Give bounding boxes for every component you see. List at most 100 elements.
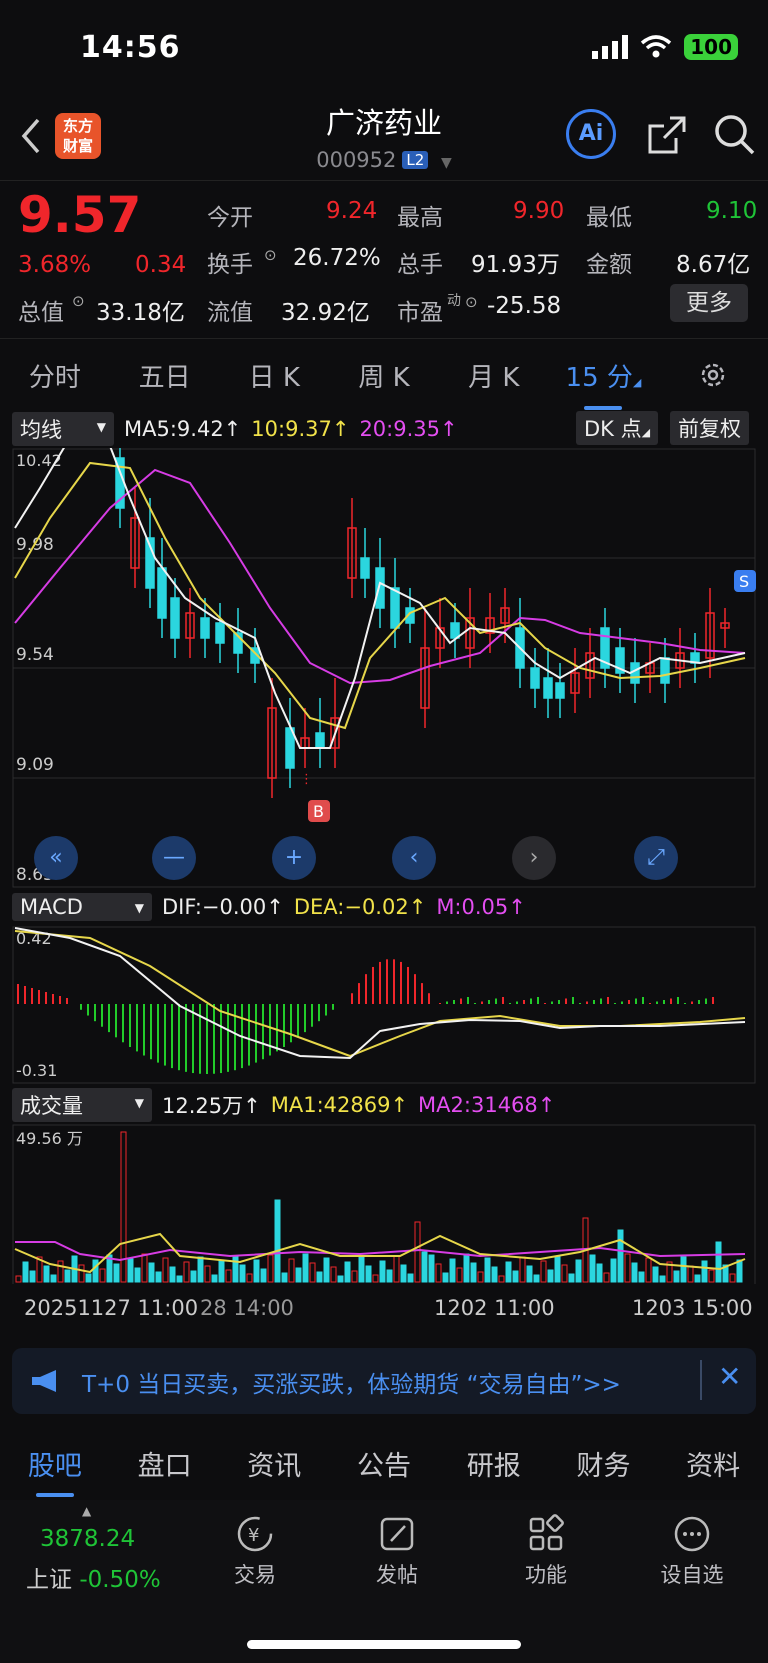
- ma20-value: 20:9.35↑: [359, 417, 458, 441]
- tab-research[interactable]: 研报: [439, 1444, 549, 1483]
- volume-select[interactable]: 成交量 ▼: [12, 1088, 152, 1122]
- search-icon[interactable]: [712, 112, 756, 156]
- dk-button-label: DK 点: [584, 417, 642, 441]
- m-value: M:0.05↑: [436, 895, 526, 919]
- sell-marker[interactable]: S: [739, 572, 749, 591]
- info-icon[interactable]: ⊙: [264, 246, 277, 264]
- zoom-in-button[interactable]: +: [272, 836, 316, 880]
- volume-chart[interactable]: 49.56 万: [0, 1124, 768, 1284]
- indicator-select[interactable]: 均线 ▼: [12, 412, 114, 446]
- share-icon[interactable]: [646, 114, 688, 156]
- corner-caret-icon: ◢: [632, 375, 642, 389]
- close-icon[interactable]: ✕: [718, 1360, 741, 1393]
- tab-weekly-k[interactable]: 周 K: [329, 357, 439, 394]
- tab-15min-label: 15 分: [565, 362, 633, 393]
- megaphone-icon: [32, 1370, 56, 1392]
- chevron-right-icon: ›: [529, 845, 539, 870]
- index-value: 3878.24: [40, 1526, 136, 1552]
- kline-y-label: 10.42: [16, 451, 62, 470]
- tab-news[interactable]: 资讯: [219, 1444, 329, 1483]
- tab-forum[interactable]: 股吧: [0, 1444, 110, 1497]
- chevron-left-icon: ‹: [409, 845, 419, 870]
- ai-icon: Ai: [578, 121, 604, 146]
- content-tabs: 股吧 盘口 资讯 公告 研报 财务 资料: [0, 1428, 768, 1498]
- rewind-button[interactable]: «: [34, 836, 78, 880]
- minus-icon: —: [163, 845, 185, 870]
- gear-icon: [701, 364, 725, 387]
- index-name: 上证: [26, 1567, 72, 1593]
- kline-chart[interactable]: 10.42 9.98 9.54 9.09 8.65 ⋮ B S: [0, 448, 768, 890]
- trade-button[interactable]: ¥ 交易: [220, 1514, 290, 1589]
- tab-daily-k[interactable]: 日 K: [219, 357, 329, 394]
- info-icon[interactable]: ⊙: [72, 292, 85, 310]
- tab-financials[interactable]: 财务: [549, 1444, 659, 1483]
- add-watchlist-button[interactable]: 设自选: [652, 1514, 732, 1589]
- ai-button[interactable]: Ai: [566, 109, 616, 159]
- ma5-value: MA5:9.42↑: [124, 417, 242, 441]
- fullscreen-button[interactable]: ⤢: [634, 836, 678, 880]
- change-amount: 0.34: [135, 252, 187, 278]
- expand-icon: ⤢: [647, 845, 665, 870]
- plus-icon: +: [284, 845, 304, 870]
- tab-settings[interactable]: [658, 360, 768, 391]
- level-badge: L2: [402, 151, 429, 169]
- macd-histogram: [17, 959, 714, 1074]
- x-label: 20251127 11:00: [24, 1296, 199, 1320]
- caret-down-icon: ▼: [134, 901, 144, 915]
- more-button[interactable]: 更多: [670, 284, 748, 322]
- kline-y-label: 9.09: [16, 755, 54, 775]
- pe-superscript: 动: [447, 293, 461, 309]
- bottom-dock: ▲ 3878.24 上证 -0.50% ¥ 交易 发帖 功能 设自选: [0, 1500, 768, 1663]
- zoom-out-button[interactable]: —: [152, 836, 196, 880]
- mcap-value: 33.18亿: [96, 300, 185, 326]
- float-value: 32.92亿: [281, 300, 370, 326]
- open-value: 9.24: [326, 198, 378, 224]
- signal-icon: [592, 35, 629, 59]
- indicator-select-label: 均线: [20, 418, 62, 442]
- index-change: -0.50%: [79, 1567, 161, 1593]
- info-icon[interactable]: ⊙: [465, 293, 478, 311]
- stock-code: 000952: [316, 148, 397, 172]
- function-label: 功能: [525, 1563, 567, 1587]
- macd-select-label: MACD: [20, 895, 83, 919]
- battery-icon: 100: [684, 34, 738, 60]
- macd-bar: MACD ▼ DIF:−0.00↑ DEA:−0.02↑ M:0.05↑: [12, 890, 756, 924]
- x-label: 1203 15:00: [632, 1296, 753, 1320]
- more-circle-icon: [674, 1516, 710, 1552]
- candles: [115, 448, 730, 798]
- wifi-icon: [641, 35, 672, 58]
- tab-five-day[interactable]: 五日: [110, 357, 220, 394]
- dea-value: DEA:−0.02↑: [293, 895, 427, 919]
- adjust-button[interactable]: 前复权: [670, 411, 749, 445]
- vol-ma1-value: MA1:42869↑: [270, 1093, 409, 1117]
- post-label: 发帖: [376, 1563, 418, 1587]
- tab-profile[interactable]: 资料: [658, 1444, 768, 1483]
- next-button[interactable]: ›: [512, 836, 556, 880]
- change-pct: 3.68%: [18, 252, 92, 278]
- tab-intraday[interactable]: 分时: [0, 357, 110, 394]
- macd-select[interactable]: MACD ▼: [12, 893, 152, 921]
- post-button[interactable]: 发帖: [362, 1514, 432, 1589]
- double-left-icon: «: [49, 845, 63, 870]
- pe-label: 市盈: [397, 300, 443, 326]
- promo-banner[interactable]: T+0 当日买卖，买涨买跌，体验期货 “交易自由”>> ✕: [12, 1348, 756, 1414]
- high-label: 最高: [397, 205, 443, 231]
- index-quote[interactable]: 上证 -0.50%: [26, 1560, 161, 1594]
- tab-announcements[interactable]: 公告: [329, 1444, 439, 1483]
- buy-marker[interactable]: B: [313, 802, 324, 821]
- amount-value: 8.67亿: [676, 252, 751, 278]
- function-button[interactable]: 功能: [511, 1514, 581, 1589]
- tab-15min[interactable]: 15 分◢: [549, 357, 659, 410]
- macd-chart[interactable]: 0.42 -0.31: [0, 926, 768, 1086]
- low-label: 最低: [586, 205, 632, 231]
- tab-orderbook[interactable]: 盘口: [110, 1444, 220, 1483]
- caret-up-icon: ▲: [82, 1504, 92, 1518]
- corner-caret-icon: ◢: [641, 426, 651, 439]
- kline-y-label: 9.54: [16, 645, 54, 665]
- dk-button[interactable]: DK 点◢: [576, 411, 659, 445]
- prev-button[interactable]: ‹: [392, 836, 436, 880]
- tab-monthly-k[interactable]: 月 K: [439, 357, 549, 394]
- period-tabs: 分时 五日 日 K 周 K 月 K 15 分◢: [0, 335, 768, 415]
- volume-value-ind: 12.25万↑: [162, 1094, 261, 1118]
- watchlist-label: 设自选: [660, 1563, 724, 1587]
